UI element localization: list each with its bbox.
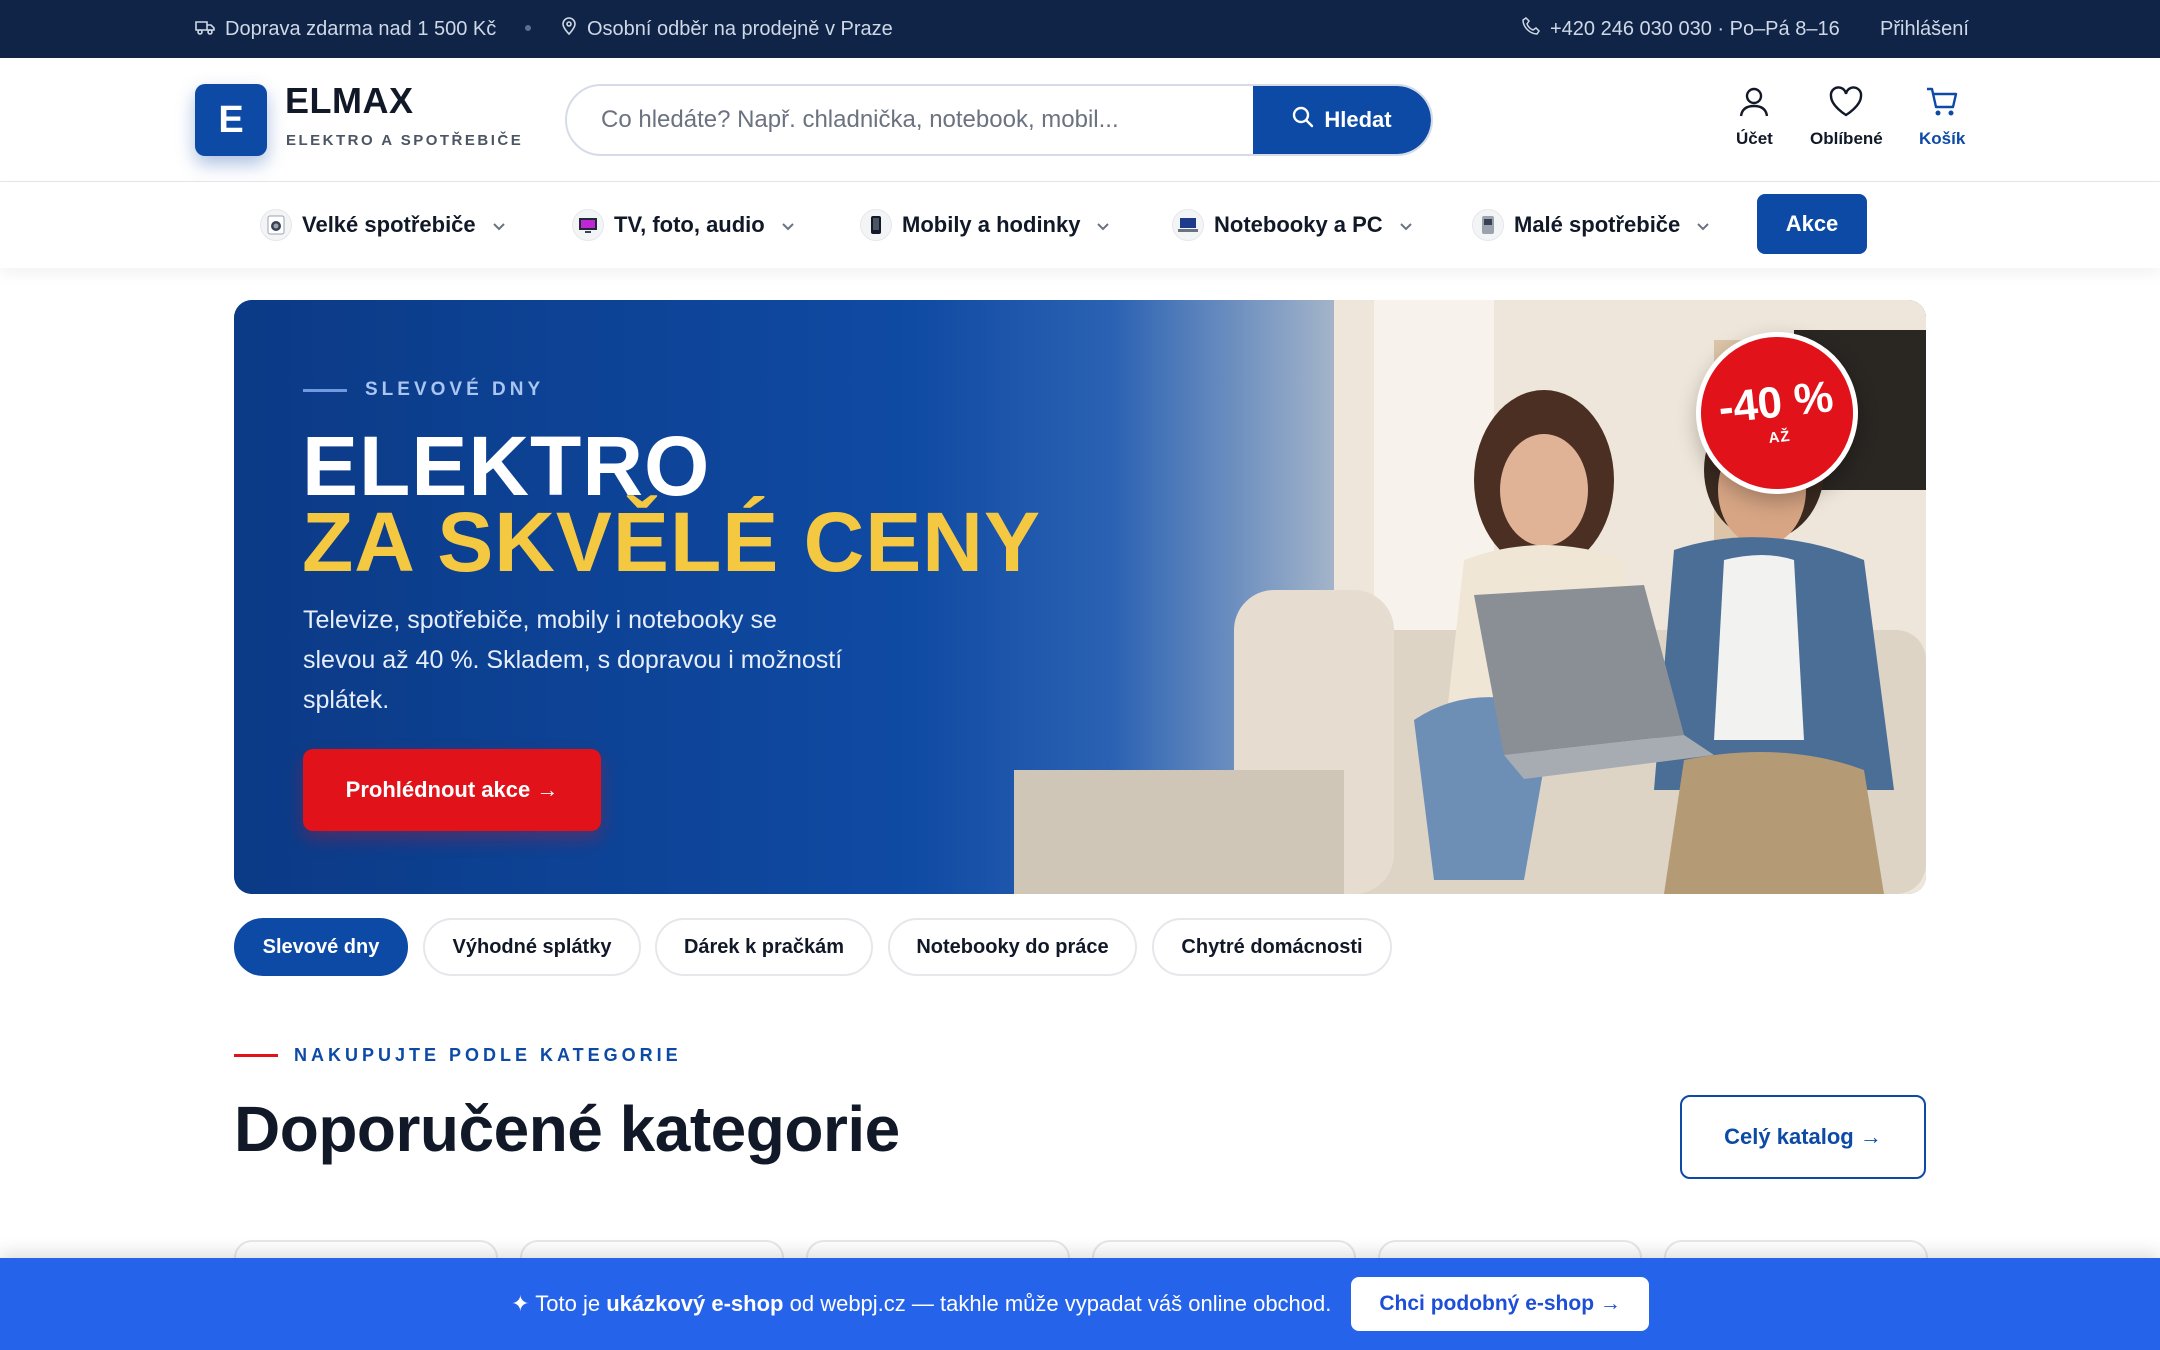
akce-button[interactable]: Akce bbox=[1757, 194, 1867, 254]
section-eyebrow: NAKUPUJTE PODLE KATEGORIE bbox=[234, 1045, 682, 1066]
catalog-button[interactable]: Celý katalog → bbox=[1680, 1095, 1926, 1179]
pill-darek-k-prackam[interactable]: Dárek k pračkám bbox=[655, 918, 873, 976]
hero-title-line2: ZA SKVĚLÉ CENY bbox=[302, 495, 1041, 589]
nav-category-label: Malé spotřebiče bbox=[1514, 212, 1681, 237]
search-bar: Hledat bbox=[565, 84, 1433, 156]
logo-tagline: ELEKTRO A SPOTŘEBIČE bbox=[286, 132, 524, 149]
search-icon bbox=[1292, 106, 1314, 134]
user-icon bbox=[1738, 86, 1770, 123]
heart-icon bbox=[1828, 86, 1864, 123]
hero-description: Televize, spotřebiče, mobily i notebooky… bbox=[303, 606, 843, 714]
site-header: E ELMAX ELEKTRO A SPOTŘEBIČE Hledat Účet… bbox=[0, 58, 2160, 182]
shipping-text: Doprava zdarma nad 1 500 Kč bbox=[225, 17, 497, 40]
nav-category-label: Mobily a hodinky bbox=[902, 212, 1081, 237]
phone-info[interactable]: +420 246 030 030 · Po–Pá 8–16 bbox=[1522, 0, 1840, 58]
separator-dot bbox=[525, 25, 531, 31]
appliance-icon bbox=[1472, 209, 1504, 241]
shipping-info: Doprava zdarma nad 1 500 Kč bbox=[195, 0, 496, 58]
chevron-down-icon bbox=[492, 212, 506, 238]
badge-sub: AŽ bbox=[1767, 427, 1792, 447]
search-button-label: Hledat bbox=[1324, 107, 1392, 132]
hero-cta-button[interactable]: Prohlédnout akce → bbox=[303, 749, 601, 831]
promo-prefix: ✦ Toto je bbox=[511, 1291, 601, 1316]
favorites-label: Oblíbené bbox=[1810, 129, 1883, 148]
nav-category-label: Velké spotřebiče bbox=[302, 212, 476, 237]
cart-label: Košík bbox=[1919, 129, 1966, 148]
nav-category-phones[interactable]: Mobily a hodinky bbox=[860, 182, 1110, 268]
pill-slevove-dny[interactable]: Slevové dny bbox=[234, 918, 408, 976]
section-eyebrow-text: NAKUPUJTE PODLE KATEGORIE bbox=[294, 1045, 682, 1065]
nav-category-label: TV, foto, audio bbox=[614, 212, 765, 237]
account-label: Účet bbox=[1736, 129, 1773, 148]
logo-mark[interactable]: E bbox=[195, 84, 267, 156]
chevron-down-icon bbox=[1096, 212, 1110, 238]
nav-category-tv[interactable]: TV, foto, audio bbox=[572, 182, 795, 268]
phone-icon bbox=[1522, 17, 1540, 41]
logo-name[interactable]: ELMAX bbox=[285, 80, 414, 122]
eyebrow-line bbox=[234, 1054, 278, 1057]
tv-icon bbox=[572, 209, 604, 241]
search-input[interactable] bbox=[567, 86, 1257, 154]
chevron-down-icon bbox=[1399, 212, 1413, 238]
phone-text: +420 246 030 030 · Po–Pá 8–16 bbox=[1550, 17, 1840, 40]
pickup-info: Osobní odběr na prodejně v Praze bbox=[561, 0, 893, 58]
hero-eyebrow-text: SLEVOVÉ DNY bbox=[365, 379, 545, 400]
chevron-down-icon bbox=[781, 212, 795, 238]
eyebrow-line bbox=[303, 388, 347, 392]
cart-icon bbox=[1925, 86, 1959, 123]
nav-category-label: Notebooky a PC bbox=[1214, 212, 1383, 237]
top-info-bar: Doprava zdarma nad 1 500 Kč Osobní odběr… bbox=[0, 0, 2160, 58]
hero-banner: SLEVOVÉ DNY ELEKTRO ZA SKVĚLÉ CENY Telev… bbox=[234, 300, 1926, 894]
demo-promo-banner: ✦ Toto je ukázkový e-shop od webpj.cz — … bbox=[0, 1258, 2160, 1350]
favorites-button[interactable]: Oblíbené bbox=[1810, 86, 1883, 149]
nav-category-small-appliances[interactable]: Malé spotřebiče bbox=[1472, 182, 1710, 268]
promo-bold: ukázkový e-shop bbox=[606, 1291, 784, 1316]
section-title: Doporučené kategorie bbox=[234, 1093, 900, 1165]
login-link[interactable]: Přihlášení bbox=[1880, 0, 1969, 58]
pill-notebooky-do-prace[interactable]: Notebooky do práce bbox=[888, 918, 1137, 976]
pill-vyhodne-splatky[interactable]: Výhodné splátky bbox=[423, 918, 641, 976]
category-nav: Velké spotřebiče TV, foto, audio Mobily … bbox=[0, 182, 2160, 268]
location-pin-icon bbox=[561, 17, 577, 41]
cart-button[interactable]: Košík bbox=[1919, 86, 1965, 149]
hero-eyebrow: SLEVOVÉ DNY bbox=[303, 379, 544, 401]
promo-suffix: od webpj.cz — takhle může vypadat váš on… bbox=[789, 1291, 1332, 1316]
nav-category-large-appliances[interactable]: Velké spotřebiče bbox=[260, 182, 506, 268]
phone-icon bbox=[860, 209, 892, 241]
pickup-text: Osobní odběr na prodejně v Praze bbox=[587, 17, 893, 40]
promo-text: ✦ Toto je ukázkový e-shop od webpj.cz — … bbox=[511, 1291, 1331, 1317]
pill-chytre-domacnosti[interactable]: Chytré domácnosti bbox=[1152, 918, 1392, 976]
promo-cta-button[interactable]: Chci podobný e-shop → bbox=[1351, 1277, 1649, 1331]
account-button[interactable]: Účet bbox=[1736, 86, 1773, 149]
truck-icon bbox=[195, 18, 215, 41]
badge-value: -40 % bbox=[1716, 371, 1836, 433]
washer-icon bbox=[260, 209, 292, 241]
search-button[interactable]: Hledat bbox=[1253, 86, 1431, 154]
nav-category-laptops[interactable]: Notebooky a PC bbox=[1172, 182, 1413, 268]
laptop-icon bbox=[1172, 209, 1204, 241]
chevron-down-icon bbox=[1696, 212, 1710, 238]
